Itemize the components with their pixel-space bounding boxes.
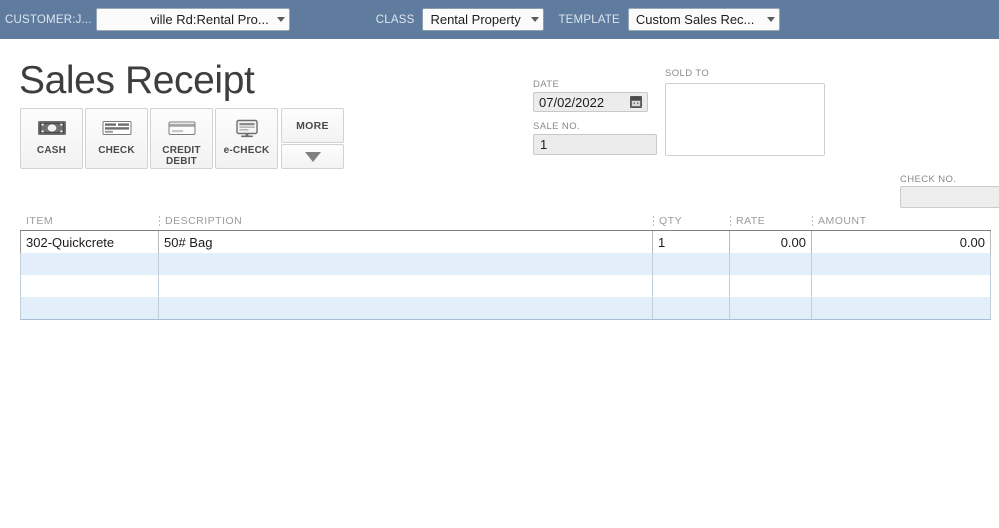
cell-description[interactable] xyxy=(159,253,653,275)
cell-rate[interactable] xyxy=(730,253,812,275)
chevron-down-icon xyxy=(273,9,289,30)
top-toolbar: CUSTOMER:J... ville Rd:Rental Pro... CLA… xyxy=(0,0,999,39)
cell-rate[interactable] xyxy=(730,275,812,297)
more-payment-options: MORE xyxy=(281,108,344,169)
cell-item[interactable] xyxy=(20,253,159,275)
cell-qty[interactable] xyxy=(653,253,730,275)
cell-rate[interactable] xyxy=(730,297,812,319)
table-header-row: ITEM DESCRIPTION QTY RATE AMOUNT xyxy=(20,212,991,230)
line-item-table: ITEM DESCRIPTION QTY RATE AMOUNT 302-Qui… xyxy=(20,212,991,320)
calendar-icon[interactable] xyxy=(630,96,642,108)
column-header-item[interactable]: ITEM xyxy=(20,215,159,227)
column-header-qty[interactable]: QTY xyxy=(653,215,730,227)
check-paper-icon xyxy=(102,118,132,138)
sale-number-label: SALE NO. xyxy=(533,121,581,132)
customer-dropdown-value: ville Rd:Rental Pro... xyxy=(150,12,269,27)
cell-description[interactable]: 50# Bag xyxy=(159,231,653,253)
cell-amount[interactable] xyxy=(812,275,991,297)
sale-number-value: 1 xyxy=(540,137,548,152)
table-row[interactable] xyxy=(20,297,991,319)
payment-method-check[interactable]: CHECK xyxy=(85,108,148,169)
cell-item[interactable] xyxy=(20,297,159,319)
customer-label: CUSTOMER:J... xyxy=(5,13,92,26)
date-label: DATE xyxy=(533,79,560,90)
template-dropdown[interactable]: Custom Sales Rec... xyxy=(627,8,780,31)
cell-description[interactable] xyxy=(159,275,653,297)
cell-qty[interactable]: 1 xyxy=(653,231,730,253)
cell-rate[interactable]: 0.00 xyxy=(730,231,812,253)
payment-method-echeck[interactable]: e-CHECK xyxy=(215,108,278,169)
payment-method-credit-debit-label: CREDIT DEBIT xyxy=(162,145,201,167)
payment-method-bar: CASH CHECK CREDIT DEBIT e-CHECK MORE xyxy=(20,108,344,169)
date-input[interactable]: 07/02/2022 xyxy=(533,92,648,112)
payment-method-credit-debit[interactable]: CREDIT DEBIT xyxy=(150,108,213,169)
customer-dropdown[interactable]: ville Rd:Rental Pro... xyxy=(95,8,290,31)
check-number-label: CHECK NO. xyxy=(900,174,957,185)
table-row[interactable] xyxy=(20,253,991,275)
payment-method-cash-label: CASH xyxy=(36,145,67,156)
payment-method-cash[interactable]: CASH xyxy=(20,108,83,169)
payment-method-echeck-label: e-CHECK xyxy=(223,145,270,156)
chevron-down-icon xyxy=(304,151,321,162)
page-title: Sales Receipt xyxy=(19,59,255,102)
cash-bill-icon xyxy=(37,118,67,138)
cell-qty[interactable] xyxy=(653,297,730,319)
sold-to-textarea[interactable] xyxy=(665,83,825,156)
chevron-down-icon xyxy=(527,9,543,30)
more-expand-button[interactable] xyxy=(281,144,344,169)
column-header-description[interactable]: DESCRIPTION xyxy=(159,215,653,227)
check-number-input[interactable] xyxy=(900,186,999,208)
column-header-amount[interactable]: AMOUNT xyxy=(812,215,991,227)
class-label: CLASS xyxy=(375,13,415,26)
credit-card-icon xyxy=(167,118,197,138)
more-button-label: MORE xyxy=(296,119,329,132)
chevron-down-icon xyxy=(763,9,779,30)
class-dropdown-value: Rental Property xyxy=(430,12,521,27)
column-header-rate[interactable]: RATE xyxy=(730,215,812,227)
more-button[interactable]: MORE xyxy=(281,108,344,143)
table-body: 302-Quickcrete 50# Bag 1 0.00 0.00 xyxy=(20,230,991,320)
sale-number-input[interactable]: 1 xyxy=(533,134,657,155)
table-row[interactable]: 302-Quickcrete 50# Bag 1 0.00 0.00 xyxy=(20,231,991,253)
date-input-value: 07/02/2022 xyxy=(539,94,605,110)
cell-item[interactable] xyxy=(20,275,159,297)
cell-amount[interactable] xyxy=(812,253,991,275)
template-dropdown-value: Custom Sales Rec... xyxy=(635,12,755,27)
table-row[interactable] xyxy=(20,275,991,297)
class-dropdown[interactable]: Rental Property xyxy=(422,8,545,31)
cell-item[interactable]: 302-Quickcrete xyxy=(20,231,159,253)
cell-amount[interactable]: 0.00 xyxy=(812,231,991,253)
payment-method-check-label: CHECK xyxy=(98,145,135,156)
sold-to-label: SOLD TO xyxy=(665,68,710,79)
template-label: TEMPLATE xyxy=(558,13,620,26)
cell-qty[interactable] xyxy=(653,275,730,297)
monitor-icon xyxy=(232,118,262,138)
cell-description[interactable] xyxy=(159,297,653,319)
cell-amount[interactable] xyxy=(812,297,991,319)
